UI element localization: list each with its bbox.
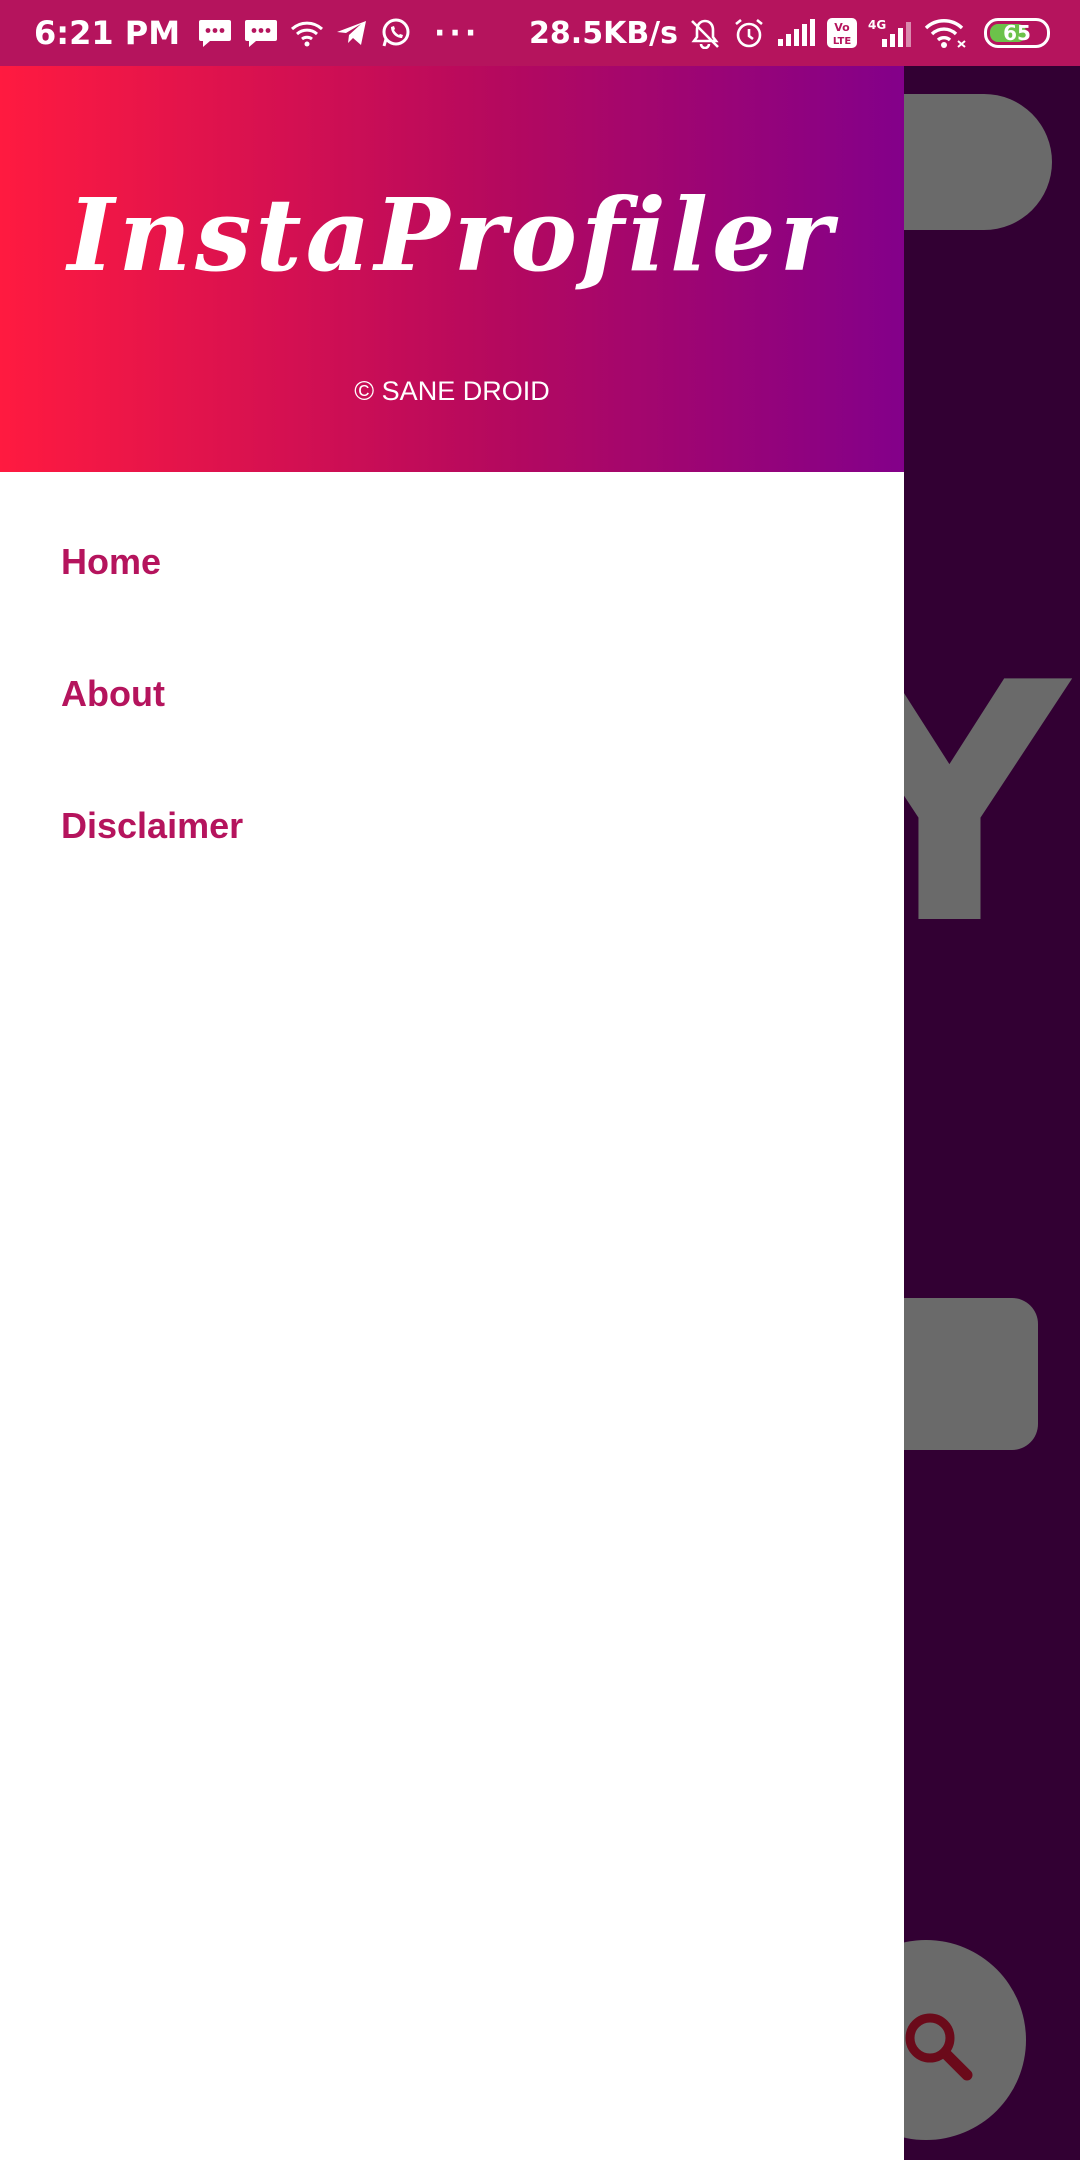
wifi-icon bbox=[290, 19, 324, 47]
navigation-drawer: InstaProfiler © SANE DROID Home About Di… bbox=[0, 0, 904, 2160]
signal-icon bbox=[776, 19, 816, 47]
svg-text:4G: 4G bbox=[868, 18, 886, 32]
notification-icons: ··· bbox=[198, 16, 490, 51]
mute-icon bbox=[688, 17, 722, 49]
signal-4g-icon: 4G bbox=[868, 17, 914, 49]
menu-item-about[interactable]: About bbox=[0, 628, 904, 760]
status-bar: 6:21 PM ··· 28.5KB/s Vo LTE 4G 65 bbox=[0, 0, 1080, 66]
telegram-icon bbox=[336, 19, 368, 47]
drawer-menu: Home About Disclaimer bbox=[0, 496, 904, 892]
app-logo: InstaProfiler bbox=[67, 176, 837, 294]
battery-level: 65 bbox=[1003, 21, 1031, 45]
overflow-dots: ··· bbox=[434, 15, 481, 51]
menu-item-home[interactable]: Home bbox=[0, 496, 904, 628]
drawer-header: InstaProfiler © SANE DROID bbox=[0, 66, 904, 472]
whatsapp-icon bbox=[380, 17, 412, 49]
message-icon bbox=[244, 18, 278, 48]
alarm-icon bbox=[732, 17, 766, 49]
copyright-text: © SANE DROID bbox=[354, 376, 550, 406]
wifi-icon bbox=[924, 17, 968, 49]
volte-icon: Vo LTE bbox=[826, 17, 858, 49]
search-icon bbox=[898, 2006, 978, 2086]
network-speed: 28.5KB/s bbox=[529, 15, 678, 51]
screen: 6:21 PM ··· 28.5KB/s Vo LTE 4G 65 Y Inst… bbox=[0, 0, 1080, 2160]
status-right: 28.5KB/s Vo LTE 4G 65 bbox=[529, 16, 1050, 51]
svg-text:LTE: LTE bbox=[833, 36, 852, 47]
status-time: 6:21 PM bbox=[34, 14, 181, 52]
svg-text:Vo: Vo bbox=[834, 21, 850, 34]
menu-item-disclaimer[interactable]: Disclaimer bbox=[0, 760, 904, 892]
message-icon bbox=[198, 18, 232, 48]
battery-icon: 65 bbox=[984, 18, 1050, 48]
